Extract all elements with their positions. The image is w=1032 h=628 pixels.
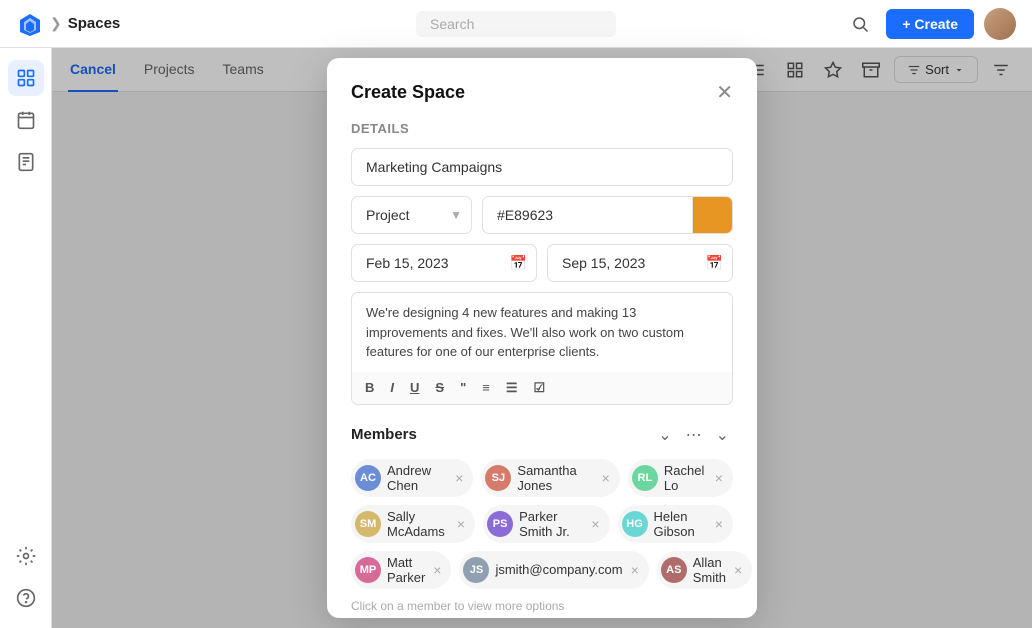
member-avatar-jsmith: JS [463,557,489,583]
members-controls: ⌄ ⋯ ⌄ [654,423,733,447]
member-remove-matt[interactable]: × [433,563,441,577]
details-label: Details [351,121,733,136]
member-remove-parker[interactable]: × [591,517,599,531]
sidebar [0,48,52,628]
member-remove-allan[interactable]: × [734,563,742,577]
member-chip-sally[interactable]: SM Sally McAdams × [351,505,475,543]
member-remove-helen[interactable]: × [715,517,723,531]
member-remove-jsmith[interactable]: × [631,563,639,577]
member-name-matt: Matt Parker [387,555,425,585]
members-grid: AC Andrew Chen × SJ Samantha Jones × RL [351,459,733,589]
modal-overlay: Create Space ✕ Details Project ▼ [52,48,1032,628]
topbar-actions: + Create [844,8,1016,40]
member-avatar-andrew-chen: AC [355,465,381,491]
member-avatar-sally: SM [355,511,381,537]
italic-button[interactable]: I [385,378,399,398]
start-date-input[interactable] [351,244,537,282]
date-row: 📅 📅 [351,244,733,282]
members-header: Members ⌄ ⋯ ⌄ [351,423,733,447]
member-avatar-matt: MP [355,557,381,583]
breadcrumb-chevron: ❯ [50,15,62,32]
type-select-wrap: Project ▼ [351,196,472,234]
start-date-wrap: 📅 [351,244,537,282]
member-name-sally: Sally McAdams [387,509,449,539]
member-chip-jsmith[interactable]: JS jsmith@company.com × [459,551,648,589]
formatting-toolbar: B I U S " ≡ ☰ ☑ [351,372,733,405]
color-wrap [482,196,733,234]
member-remove-samantha-jones[interactable]: × [602,471,610,485]
checklist-button[interactable]: ☑ [529,378,551,398]
description-box[interactable]: We're designing 4 new features and makin… [351,292,733,372]
member-chip-parker[interactable]: PS Parker Smith Jr. × [483,505,609,543]
member-chip-rachel-lo[interactable]: RL Rachel Lo × [628,459,733,497]
member-avatar-rachel-lo: RL [632,465,658,491]
member-name-parker: Parker Smith Jr. [519,509,583,539]
topbar: ❯ Spaces Search + Create [0,0,1032,48]
type-color-row: Project ▼ [351,196,733,234]
details-section: Details Project ▼ [351,121,733,405]
member-chip-andrew-chen[interactable]: AC Andrew Chen × [351,459,473,497]
member-name-jsmith: jsmith@company.com [495,562,622,577]
members-row-2: SM Sally McAdams × PS Parker Smith Jr. ×… [351,505,733,543]
modal-title: Create Space [351,82,465,103]
member-remove-andrew-chen[interactable]: × [455,471,463,485]
member-avatar-helen: HG [622,511,648,537]
end-date-input[interactable] [547,244,733,282]
member-avatar-allan: AS [661,557,687,583]
members-hint: Click on a member to view more options [351,599,733,613]
sidebar-item-settings[interactable] [8,538,44,574]
create-space-modal: Create Space ✕ Details Project ▼ [327,58,757,618]
sidebar-item-help[interactable] [8,580,44,616]
modal-header: Create Space ✕ [351,82,733,103]
create-button[interactable]: + Create [886,9,974,39]
sidebar-bottom [8,538,44,616]
ordered-list-button[interactable]: ≡ [477,378,495,398]
unordered-list-button[interactable]: ☰ [501,378,523,398]
member-avatar-samantha-jones: SJ [485,465,511,491]
type-select[interactable]: Project [351,196,472,234]
bold-button[interactable]: B [360,378,379,398]
member-remove-rachel-lo[interactable]: × [715,471,723,485]
end-date-wrap: 📅 [547,244,733,282]
members-collapse-button[interactable]: ⌄ [654,423,675,447]
sidebar-item-calendar[interactable] [8,102,44,138]
strikethrough-button[interactable]: S [430,378,449,398]
member-chip-helen[interactable]: HG Helen Gibson × [618,505,733,543]
members-title: Members [351,426,654,443]
members-row-1: AC Andrew Chen × SJ Samantha Jones × RL [351,459,733,497]
logo-icon [16,10,44,38]
member-name-rachel-lo: Rachel Lo [664,463,707,493]
blockquote-button[interactable]: " [455,378,471,398]
color-input[interactable] [482,196,693,234]
members-section: Members ⌄ ⋯ ⌄ AC Andrew Chen [351,423,733,613]
member-chip-matt[interactable]: MP Matt Parker × [351,551,451,589]
members-expand-button[interactable]: ⌄ [712,423,733,447]
members-more-button[interactable]: ⋯ [682,423,706,447]
search-placeholder: Search [430,16,474,32]
member-avatar-parker: PS [487,511,513,537]
search-bar[interactable]: Search [416,11,616,37]
member-remove-sally[interactable]: × [457,517,465,531]
sidebar-item-home[interactable] [8,60,44,96]
spaces-breadcrumb: Spaces [68,15,121,32]
member-chip-samantha-jones[interactable]: SJ Samantha Jones × [481,459,619,497]
content-area: Cancel Projects Teams [52,48,1032,628]
member-name-samantha-jones: Samantha Jones [517,463,593,493]
color-swatch[interactable] [693,196,733,234]
sidebar-item-docs[interactable] [8,144,44,180]
members-row-3: MP Matt Parker × JS jsmith@company.com ×… [351,551,733,589]
main-layout: Cancel Projects Teams [0,48,1032,628]
close-button[interactable]: ✕ [716,83,733,103]
member-name-helen: Helen Gibson [654,509,707,539]
member-name-andrew-chen: Andrew Chen [387,463,447,493]
search-button[interactable] [844,8,876,40]
member-name-allan: Allan Smith [693,555,726,585]
space-name-input[interactable] [351,148,733,186]
underline-button[interactable]: U [405,378,424,398]
user-avatar[interactable] [984,8,1016,40]
member-chip-allan[interactable]: AS Allan Smith × [657,551,752,589]
